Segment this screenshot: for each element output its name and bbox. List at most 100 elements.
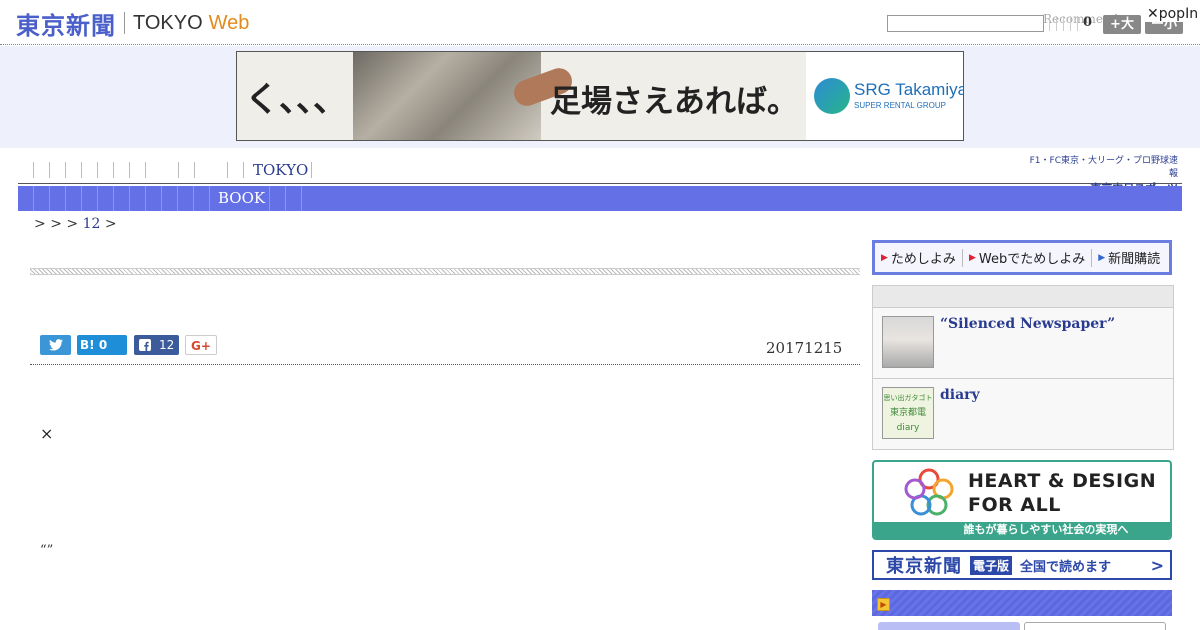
divider: [1056, 16, 1057, 31]
nav-item[interactable]: [113, 186, 114, 211]
nav-item[interactable]: [209, 186, 210, 211]
nav-item[interactable]: [49, 186, 50, 211]
srg-logo-mark: [814, 78, 850, 114]
logo-jp-text: 東京新聞: [16, 11, 116, 40]
article-times-symbol: ×: [40, 424, 54, 443]
nav-item[interactable]: [33, 186, 34, 211]
nav-item[interactable]: [49, 162, 50, 178]
article-quote: “”: [40, 543, 54, 558]
nav-item[interactable]: [311, 162, 312, 178]
subscribe-link[interactable]: ▶ 新聞購読: [1092, 249, 1166, 267]
nav-item[interactable]: [145, 186, 146, 211]
facebook-share-button[interactable]: 12: [134, 335, 179, 355]
nav-item[interactable]: [161, 186, 162, 211]
arrow-right-icon: ▶: [881, 252, 888, 263]
banner-climber-photo: [353, 52, 576, 140]
heart-caption: 誰もが暮らしやすい社会の実現へ: [874, 522, 1170, 538]
tameshiyomi-link[interactable]: ▶ ためしよみ: [875, 248, 963, 267]
nav-item[interactable]: [129, 162, 130, 178]
subscribe-label: 新聞購読: [1108, 252, 1161, 267]
recommend-title[interactable]: “Silenced Newspaper”: [940, 316, 1115, 332]
share-count-dividers: [1049, 16, 1078, 31]
google-plus-share-button[interactable]: G+: [185, 335, 217, 355]
section-arrow-icon: ▶: [877, 598, 890, 611]
hatena-icon: B!: [80, 338, 95, 352]
hatena-count: 0: [98, 338, 108, 352]
recommend-item[interactable]: “Silenced Newspaper”: [873, 308, 1173, 379]
breadcrumb-separator: >: [34, 216, 51, 232]
twitter-icon: [48, 339, 63, 351]
heart-design-banner[interactable]: HEART & DESIGN FOR ALL 誰もが暮らしやすい社会の実現へ: [872, 460, 1172, 540]
nav-item[interactable]: [65, 162, 66, 178]
breadcrumb-link[interactable]: 12: [83, 216, 101, 232]
breadcrumb-separator: >: [100, 216, 117, 232]
heart-title-line2: FOR ALL: [968, 494, 1061, 516]
recommend-box: “Silenced Newspaper” 思い出ガタゴト 東京都電 diary …: [872, 285, 1174, 450]
nav-item[interactable]: [227, 162, 228, 178]
count-value: 0: [1083, 15, 1093, 30]
nav-item[interactable]: [243, 162, 244, 178]
flower-logo-icon: [904, 468, 954, 516]
subscription-links: ▶ ためしよみ ▶ Webでためしよみ ▶ 新聞購読: [872, 240, 1172, 275]
ad-banner-zone: く、、、 足場さえあれば。 SRG Takamiya SUPER RENTAL …: [0, 46, 1200, 148]
nav-item[interactable]: [81, 186, 82, 211]
article-meta-rule: [30, 364, 860, 365]
site-header: 東京新聞 TOKYO Web Recommend 0 +大 ー小 ✕popIn: [0, 0, 1200, 45]
recommend-thumbnail[interactable]: 思い出ガタゴト 東京都電 diary: [882, 387, 934, 439]
logo-divider: [124, 12, 125, 34]
search-input[interactable]: [887, 15, 1044, 32]
banner-left-text: く、、、: [245, 80, 347, 120]
nav-item[interactable]: [178, 162, 179, 178]
site-logo[interactable]: 東京新聞 TOKYO Web: [16, 8, 249, 40]
srg-brand-sub: SUPER RENTAL GROUP: [854, 101, 947, 110]
nav-item[interactable]: [269, 186, 270, 211]
sidebar-section-header: ▶: [872, 590, 1172, 616]
nav-item[interactable]: [33, 162, 34, 178]
breadcrumb: > > > 12 >: [34, 216, 117, 232]
nav-item[interactable]: [97, 186, 98, 211]
heart-title-line1: HEART & DESIGN: [968, 470, 1157, 492]
nav-item[interactable]: [301, 186, 302, 211]
nav-item[interactable]: [193, 186, 194, 211]
nav-item-book[interactable]: BOOK: [218, 189, 265, 207]
sidebar-tab[interactable]: [1024, 622, 1166, 630]
nav-item[interactable]: [194, 162, 195, 178]
facebook-icon: [139, 339, 151, 351]
breadcrumb-separator: >: [50, 216, 67, 232]
nav-item[interactable]: [81, 162, 82, 178]
web-tameshiyomi-link[interactable]: ▶ Webでためしよみ: [963, 248, 1093, 267]
nav-item[interactable]: [177, 186, 178, 211]
nav-item[interactable]: [113, 162, 114, 178]
thumb-text: diary: [896, 423, 920, 433]
nav-item[interactable]: [97, 162, 98, 178]
nav-item-tokyo[interactable]: TOKYO: [253, 161, 308, 179]
web-tameshiyomi-label: Webでためしよみ: [978, 252, 1086, 267]
arrow-right-icon: ▶: [968, 252, 976, 263]
secondary-nav: BOOK: [18, 186, 1182, 211]
hatena-bookmark-button[interactable]: B! 0: [77, 335, 127, 355]
nav-item[interactable]: [65, 186, 66, 211]
divider: [1049, 16, 1050, 31]
recommend-item[interactable]: 思い出ガタゴト 東京都電 diary diary: [873, 379, 1173, 450]
divider: [1070, 16, 1071, 31]
ad-banner[interactable]: く、、、 足場さえあれば。 SRG Takamiya SUPER RENTAL …: [236, 51, 964, 141]
breadcrumb-separator: >: [66, 216, 83, 232]
twitter-share-button[interactable]: [40, 335, 71, 355]
recommend-title[interactable]: diary: [940, 387, 980, 403]
nav-item[interactable]: [145, 162, 146, 178]
srg-brand-name: SRG Takamiya: [854, 80, 964, 99]
article-date: 20171215: [766, 339, 843, 357]
chunichi-subtitle: F1・FC東京・大リーグ・プロ野球速報: [1029, 156, 1178, 179]
edition-badge: 電子版: [970, 555, 1013, 575]
sidebar-tab[interactable]: [878, 622, 1020, 630]
nav-item[interactable]: [129, 186, 130, 211]
article-title-rule: [30, 268, 860, 275]
digital-edition-banner[interactable]: 東京新聞 電子版 全国で読めます >: [872, 550, 1172, 580]
srg-logo: SRG Takamiya SUPER RENTAL GROUP: [806, 52, 964, 140]
recommend-thumbnail[interactable]: [882, 316, 934, 368]
nav-item[interactable]: [285, 186, 286, 211]
popin-close-button[interactable]: ✕popIn: [1145, 6, 1200, 22]
recommend-box-header: [873, 286, 1173, 308]
text-larger-button[interactable]: +大: [1103, 15, 1141, 34]
thumb-text: 思い出ガタゴト: [883, 394, 933, 402]
